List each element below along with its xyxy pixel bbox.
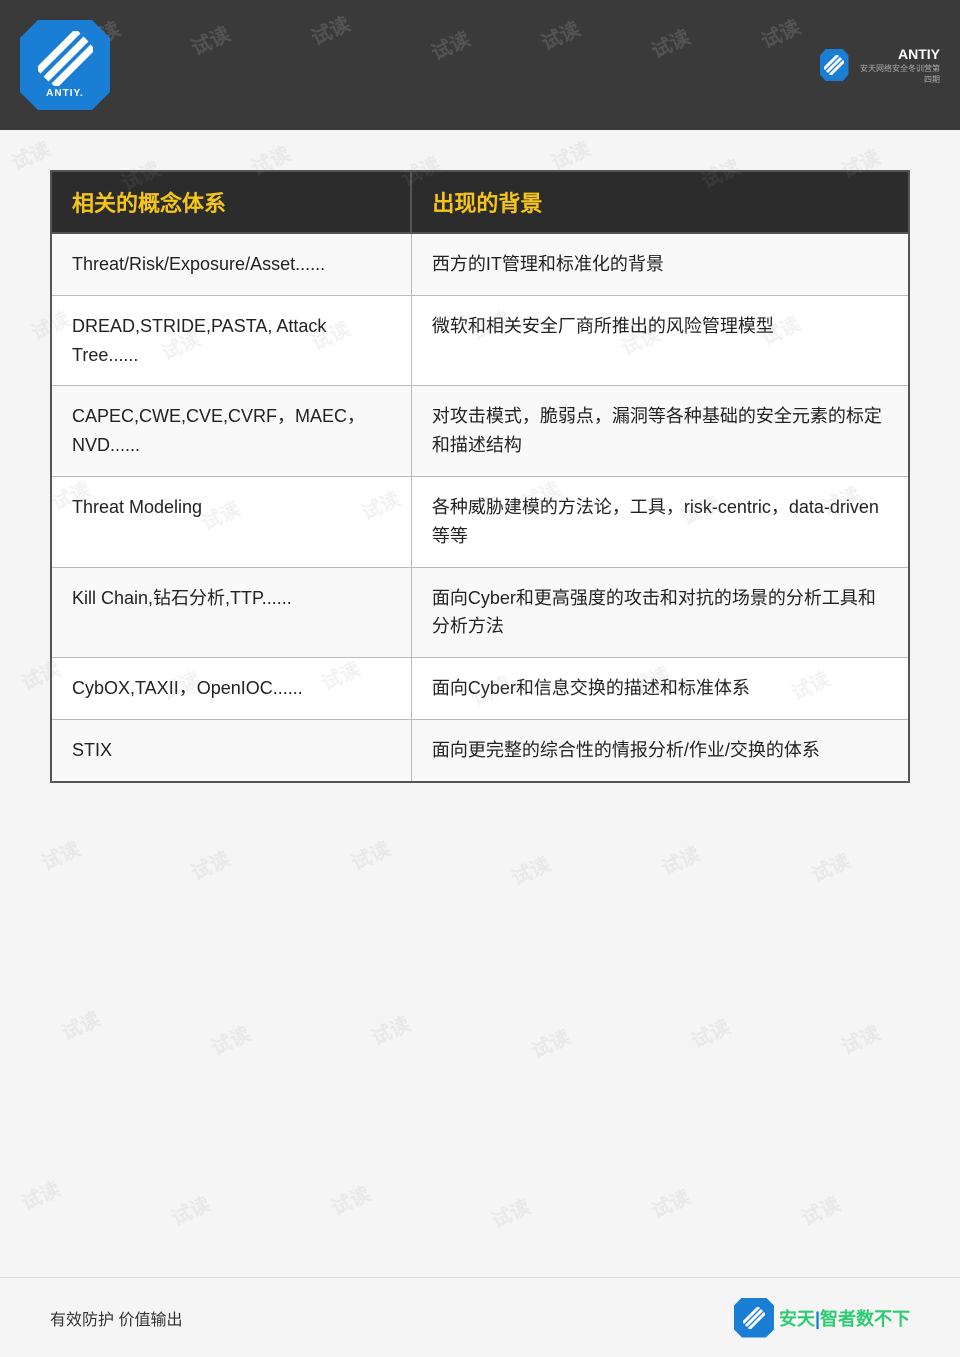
hwm-2: 试读	[186, 18, 235, 61]
header-watermarks: 试读 试读 试读 试读 试读 试读 试读	[0, 0, 960, 130]
table-row: Threat/Risk/Exposure/Asset......西方的IT管理和…	[51, 233, 909, 295]
footer-left-text: 有效防护 价值输出	[50, 1306, 182, 1330]
table-row-3-right: 各种威胁建模的方法论，工具，risk-centric，data-driven等等	[411, 476, 909, 567]
pwm-35: 试读	[526, 1021, 575, 1064]
pwm-36: 试读	[686, 1011, 735, 1054]
pwm-1: 试读	[6, 133, 55, 176]
hwm-3: 试读	[306, 8, 355, 51]
footer-logo-icon	[734, 1298, 774, 1338]
header-logo: ANTIY.	[20, 20, 110, 110]
pwm-28: 试读	[346, 833, 395, 876]
table-row-5-right: 面向Cyber和信息交换的描述和标准体系	[411, 658, 909, 720]
pwm-33: 试读	[206, 1018, 255, 1061]
col2-header: 出现的背景	[411, 171, 909, 233]
table-row-6-right: 面向更完整的综合性的情报分析/作业/交换的体系	[411, 719, 909, 781]
table-header-row: 相关的概念体系 出现的背景	[51, 171, 909, 233]
pwm-40: 试读	[326, 1178, 375, 1221]
table-row-4-left: Kill Chain,钻石分析,TTP......	[51, 567, 411, 658]
pwm-43: 试读	[796, 1188, 845, 1231]
table-row-1-left: DREAD,STRIDE,PASTA, Attack Tree......	[51, 295, 411, 386]
hwm-6: 试读	[646, 21, 695, 64]
pwm-42: 试读	[646, 1181, 695, 1224]
table-row-4-right: 面向Cyber和更高强度的攻击和对抗的场景的分析工具和分析方法	[411, 567, 909, 658]
concept-table: 相关的概念体系 出现的背景 Threat/Risk/Exposure/Asset…	[50, 170, 910, 783]
table-row-2-left: CAPEC,CWE,CVE,CVRF，MAEC，NVD......	[51, 386, 411, 477]
pwm-32: 试读	[56, 1003, 105, 1046]
table-row: STIX面向更完整的综合性的情报分析/作业/交换的体系	[51, 719, 909, 781]
pwm-34: 试读	[366, 1008, 415, 1051]
pwm-31: 试读	[806, 845, 855, 888]
footer-right: 安天|智者数不下	[734, 1298, 910, 1338]
pwm-39: 试读	[166, 1188, 215, 1231]
footer-brand-slogan: 智者数不下	[820, 1309, 910, 1329]
footer-brand-antiy: 安天	[779, 1309, 815, 1329]
table-row-2-right: 对攻击模式，脆弱点，漏洞等各种基础的安全元素的标定和描述结构	[411, 386, 909, 477]
hwm-5: 试读	[536, 13, 585, 56]
table-row: CAPEC,CWE,CVE,CVRF，MAEC，NVD......对攻击模式，脆…	[51, 386, 909, 477]
table-row-6-left: STIX	[51, 719, 411, 781]
pwm-30: 试读	[656, 838, 705, 881]
table-row: Kill Chain,钻石分析,TTP......面向Cyber和更高强度的攻击…	[51, 567, 909, 658]
table-row-1-right: 微软和相关安全厂商所推出的风险管理模型	[411, 295, 909, 386]
header: 试读 试读 试读 试读 试读 试读 试读 ANTIY.	[0, 0, 960, 130]
table-row: CybOX,TAXII，OpenIOC......面向Cyber和信息交换的描述…	[51, 658, 909, 720]
logo-stripes	[38, 31, 93, 86]
table-row-0-right: 西方的IT管理和标准化的背景	[411, 233, 909, 295]
footer: 有效防护 价值输出 安天|智者数不下	[0, 1277, 960, 1357]
pwm-38: 试读	[16, 1173, 65, 1216]
table-row-3-left: Threat Modeling	[51, 476, 411, 567]
main-content: 试读 试读 试读 试读 试读 试读 试读 试读 试读 试读 试读 试读 试读 试…	[0, 130, 960, 1277]
table-row: Threat Modeling各种威胁建模的方法论，工具，risk-centri…	[51, 476, 909, 567]
pwm-29: 试读	[506, 848, 555, 891]
pwm-41: 试读	[486, 1191, 535, 1234]
table-row: DREAD,STRIDE,PASTA, Attack Tree......微软和…	[51, 295, 909, 386]
footer-brand: 安天|智者数不下	[779, 1305, 910, 1331]
pwm-27: 试读	[186, 843, 235, 886]
right-brand-badge: 安天网络安全冬训营第四期	[855, 63, 941, 85]
hwm-7: 试读	[756, 11, 805, 54]
col1-header: 相关的概念体系	[51, 171, 411, 233]
logo-text: ANTIY.	[46, 88, 84, 99]
hwm-4: 试读	[426, 23, 475, 66]
pwm-26: 试读	[36, 833, 85, 876]
table-row-0-left: Threat/Risk/Exposure/Asset......	[51, 233, 411, 295]
pwm-37: 试读	[836, 1017, 885, 1060]
header-right-logo: ANTIY 安天网络安全冬训营第四期	[820, 25, 940, 105]
table-row-5-left: CybOX,TAXII，OpenIOC......	[51, 658, 411, 720]
table-body: Threat/Risk/Exposure/Asset......西方的IT管理和…	[51, 233, 909, 782]
right-brand-name: ANTIY	[855, 46, 941, 62]
